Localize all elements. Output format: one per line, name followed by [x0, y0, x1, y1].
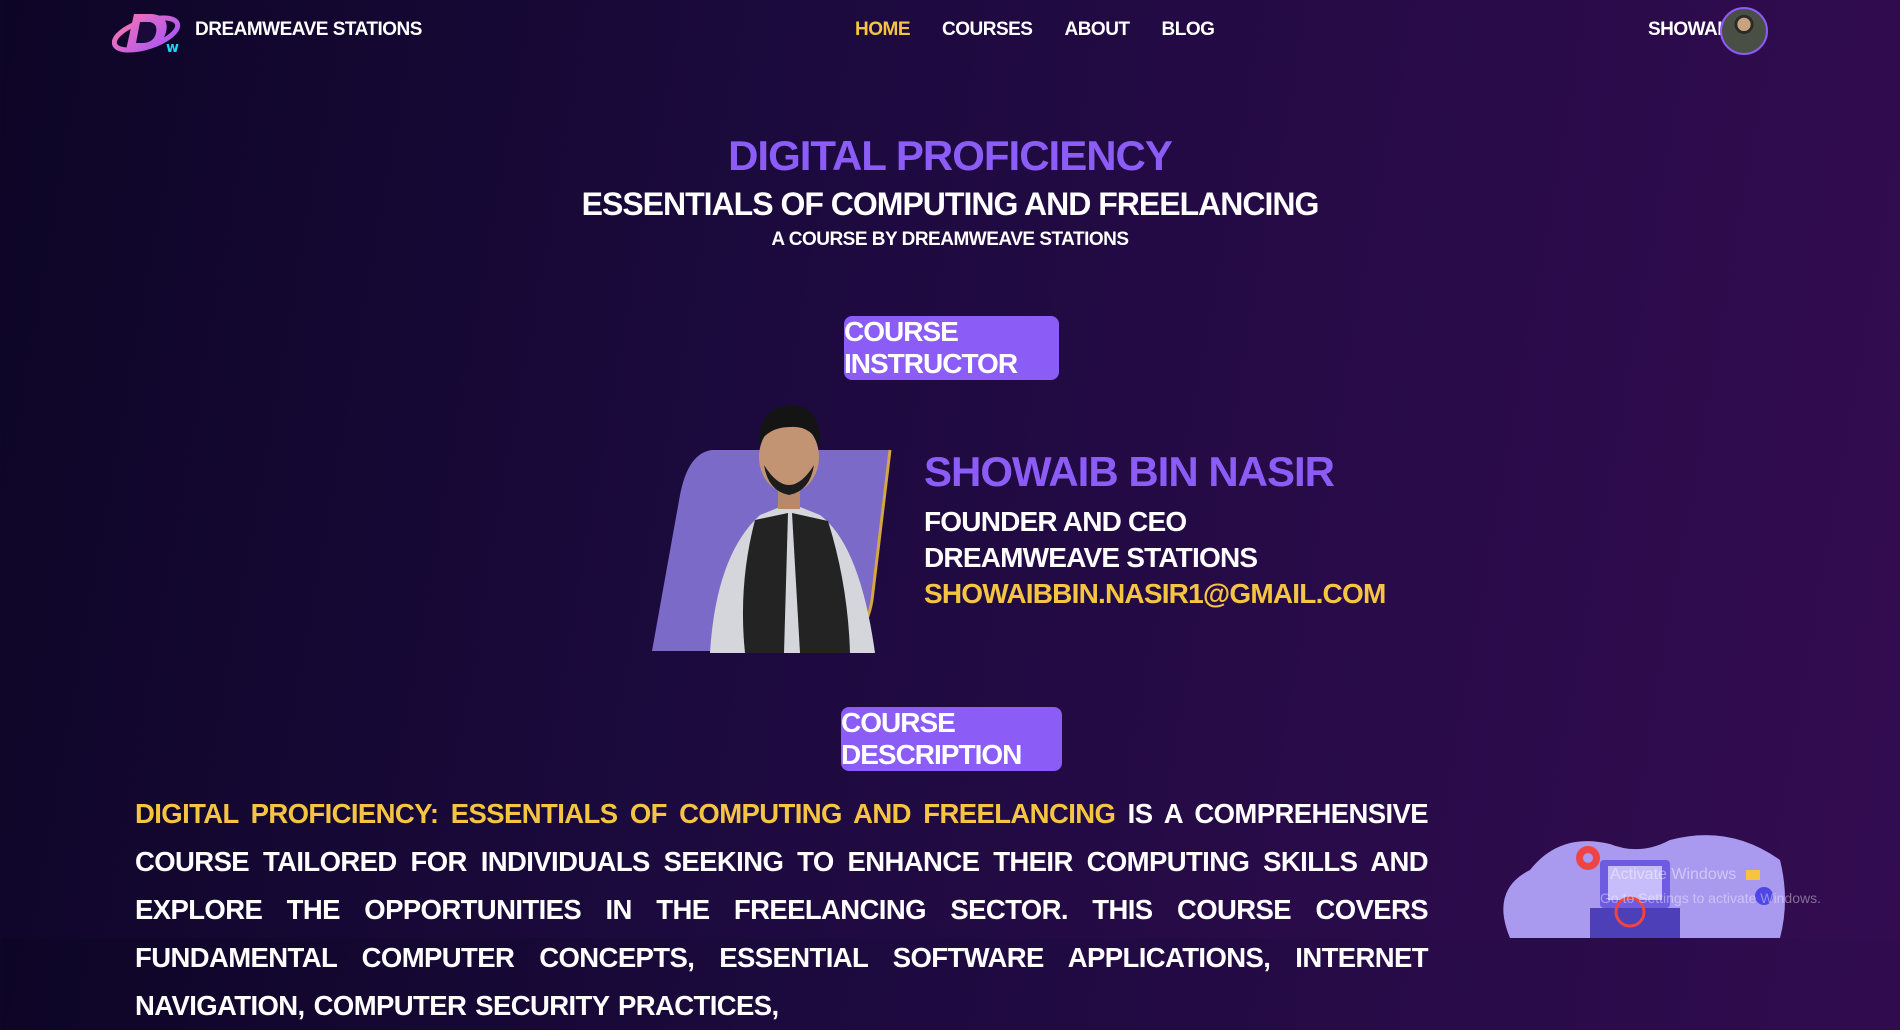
- nav-courses[interactable]: COURSES: [942, 19, 1033, 41]
- course-title: DIGITAL PROFICIENCY: [728, 132, 1173, 179]
- course-description: DIGITAL PROFICIENCY: ESSENTIALS OF COMPU…: [135, 790, 1429, 1030]
- description-highlight: DIGITAL PROFICIENCY: ESSENTIALS OF COMPU…: [135, 798, 1116, 829]
- instructor-role: FOUNDER AND CEO: [924, 506, 1187, 537]
- nav-home[interactable]: HOME: [855, 19, 911, 41]
- course-subtitle: ESSENTIALS OF COMPUTING AND FREELANCING: [581, 186, 1320, 222]
- windows-watermark-title: Activate Windows: [1610, 866, 1737, 883]
- brand-name[interactable]: DREAMWEAVE STATIONS: [195, 19, 422, 41]
- freelancing-illustration: [1503, 835, 1785, 938]
- course-tagline: A COURSE BY DREAMWEAVE STATIONS: [771, 229, 1129, 250]
- windows-watermark-subtitle: Go to Settings to activate Windows.: [1600, 890, 1821, 906]
- svg-text:w: w: [166, 40, 179, 56]
- instructor-email[interactable]: SHOWAIBBIN.NASIR1@GMAIL.COM: [924, 578, 1386, 610]
- description-body: IS A COMPREHENSIVE COURSE TAILORED FOR I…: [135, 798, 1429, 1021]
- description-section-heading: COURSE DESCRIPTION: [841, 707, 1062, 771]
- instructor-name: SHOWAIB BIN NASIR: [924, 448, 1335, 495]
- nav-blog[interactable]: BLOG: [1162, 19, 1215, 41]
- instructor-photo: [652, 405, 892, 653]
- instructor-section-heading: COURSE INSTRUCTOR: [844, 316, 1059, 380]
- user-avatar[interactable]: [1720, 7, 1768, 55]
- top-navbar: w DREAMWEAVE STATIONS HOME COURSES ABOUT…: [0, 0, 1900, 64]
- dreamweave-logo[interactable]: w: [112, 6, 184, 56]
- nav-about[interactable]: ABOUT: [1064, 19, 1130, 41]
- instructor-organization: DREAMWEAVE STATIONS: [924, 542, 1258, 573]
- main-nav: HOME COURSES ABOUT BLOG: [855, 19, 1215, 41]
